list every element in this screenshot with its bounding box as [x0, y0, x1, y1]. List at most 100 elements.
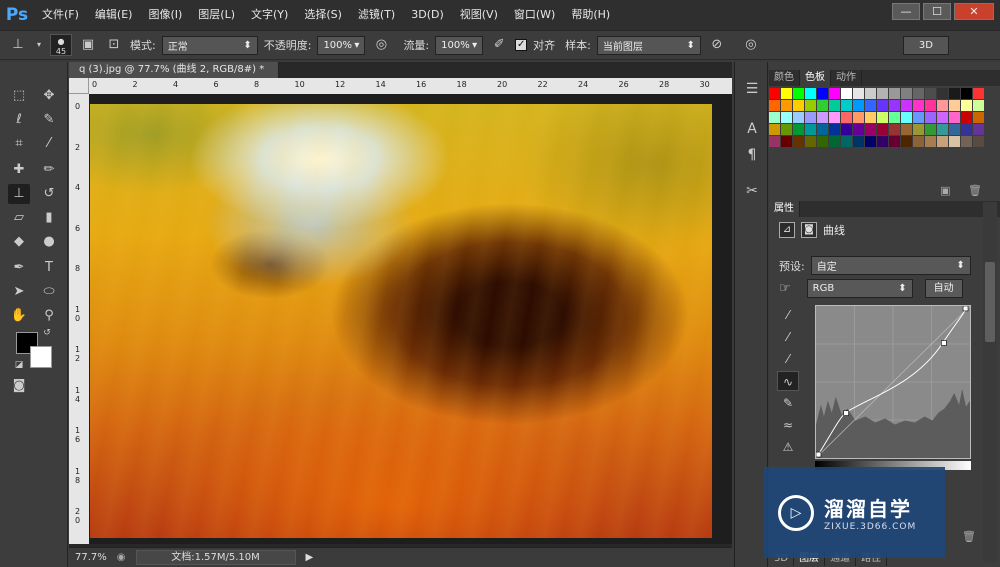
menu-item[interactable]: 文字(Y) [243, 0, 296, 30]
color-swatch[interactable] [937, 112, 948, 123]
dodge-tool-icon[interactable]: ● [38, 232, 60, 252]
color-swatch[interactable] [817, 136, 828, 147]
color-swatch[interactable] [901, 124, 912, 135]
ellipse-tool-icon[interactable]: ⬭ [38, 282, 60, 302]
mask-icon[interactable]: ◙ [801, 222, 817, 238]
lasso-tool-icon[interactable]: ℓ [8, 110, 30, 130]
color-swatch[interactable] [805, 136, 816, 147]
color-swatch[interactable] [817, 124, 828, 135]
color-swatch[interactable] [877, 136, 888, 147]
brush-preset-picker[interactable]: ● 45 [50, 34, 72, 56]
color-swatch[interactable] [805, 124, 816, 135]
color-swatch[interactable] [877, 112, 888, 123]
color-swatch[interactable] [781, 88, 792, 99]
color-swatch[interactable] [793, 124, 804, 135]
color-swatch[interactable] [901, 136, 912, 147]
menu-item[interactable]: 文件(F) [34, 0, 87, 30]
menu-item[interactable]: 帮助(H) [563, 0, 618, 30]
document-tab[interactable]: q (3).jpg @ 77.7% (曲线 2, RGB/8#) * × [69, 62, 279, 91]
color-swatch[interactable] [925, 112, 936, 123]
color-swatch[interactable] [949, 88, 960, 99]
pen-tool-icon[interactable]: ✒ [8, 258, 30, 278]
color-swatch[interactable] [865, 136, 876, 147]
status-menu-arrow-icon[interactable]: ▶ [306, 552, 314, 563]
channel-select[interactable]: RGB ⬍ [806, 279, 913, 298]
tool-presets-icon[interactable]: ✂ [739, 180, 765, 202]
curves-graph[interactable] [815, 305, 971, 459]
color-swatch[interactable] [829, 124, 840, 135]
quick-mask-icon[interactable]: ◙ [8, 376, 30, 396]
color-swatch[interactable] [817, 112, 828, 123]
color-swatch[interactable] [877, 124, 888, 135]
auto-button[interactable]: 自动 [924, 279, 963, 298]
tab-swatch-panel[interactable]: 动作 [831, 70, 862, 86]
menu-item[interactable]: 选择(S) [296, 0, 350, 30]
color-swatch[interactable] [889, 88, 900, 99]
color-swatch[interactable] [841, 100, 852, 111]
pencil-draw-icon[interactable]: ✎ [777, 393, 799, 413]
color-swatch[interactable] [769, 100, 780, 111]
toggle-brush-panel-icon[interactable]: ▣ [78, 35, 98, 55]
color-swatch[interactable] [913, 136, 924, 147]
scrollbar-thumb[interactable] [985, 262, 995, 342]
color-swatch[interactable] [937, 88, 948, 99]
preset-select[interactable]: 自定 ⬍ [810, 256, 971, 275]
color-swatch[interactable] [853, 124, 864, 135]
color-swatch[interactable] [889, 124, 900, 135]
opacity-input[interactable]: 100% ▾ [317, 35, 366, 55]
color-swatch[interactable] [841, 136, 852, 147]
color-swatch[interactable] [949, 112, 960, 123]
color-swatch[interactable] [949, 124, 960, 135]
color-swatch[interactable] [769, 112, 780, 123]
swap-colors-icon[interactable]: ↺ [40, 326, 54, 340]
tab-swatch-panel[interactable]: 色板 [800, 70, 831, 86]
color-swatch[interactable] [805, 112, 816, 123]
color-swatch[interactable] [961, 136, 972, 147]
history-brush-tool-icon[interactable]: ↺ [38, 184, 60, 204]
color-swatch[interactable] [817, 100, 828, 111]
color-swatch[interactable] [961, 112, 972, 123]
color-swatch[interactable] [925, 136, 936, 147]
new-swatch-icon[interactable]: ▣ [940, 184, 950, 197]
color-swatch[interactable] [781, 100, 792, 111]
color-swatch[interactable] [913, 100, 924, 111]
chevron-down-icon[interactable]: ▾ [34, 35, 44, 55]
color-swatch[interactable] [973, 124, 984, 135]
color-swatch[interactable] [925, 124, 936, 135]
menu-item[interactable]: 编辑(E) [87, 0, 141, 30]
healing-brush-tool-icon[interactable]: ✚ [8, 160, 30, 180]
menu-item[interactable]: 图层(L) [190, 0, 243, 30]
clone-stamp-tool-icon[interactable]: ⊥ [8, 184, 30, 204]
smooth-curve-icon[interactable]: ≈ [777, 415, 799, 435]
color-swatch[interactable] [805, 100, 816, 111]
maximize-button[interactable]: ☐ [923, 3, 951, 20]
ignore-adjustment-layers-icon[interactable]: ⊘ [707, 35, 727, 55]
zoom-level[interactable]: 77.7% [75, 552, 107, 563]
zoom-tool-icon[interactable]: ⚲ [38, 306, 60, 326]
color-swatch[interactable] [973, 88, 984, 99]
pressure-size-icon[interactable]: ◎ [741, 35, 761, 55]
move-tool-icon[interactable]: ✥ [38, 86, 60, 106]
align-checkbox[interactable]: ✓ [515, 39, 528, 51]
color-swatch[interactable] [877, 88, 888, 99]
color-swatch[interactable] [853, 88, 864, 99]
hand-tool-icon[interactable]: ✋ [8, 306, 30, 326]
color-swatch[interactable] [961, 100, 972, 111]
white-point-eyedropper-icon[interactable]: ⁄ [777, 349, 799, 369]
gray-point-eyedropper-icon[interactable]: ⁄ [777, 327, 799, 347]
close-button[interactable]: ✕ [954, 3, 994, 20]
color-swatch[interactable] [781, 124, 792, 135]
gradient-tool-icon[interactable]: ▮ [38, 208, 60, 228]
color-swatch[interactable] [865, 112, 876, 123]
black-point-eyedropper-icon[interactable]: ⁄ [777, 305, 799, 325]
color-swatch[interactable] [853, 112, 864, 123]
color-swatch[interactable] [937, 136, 948, 147]
color-swatch[interactable] [937, 100, 948, 111]
color-swatch[interactable] [781, 112, 792, 123]
path-selection-tool-icon[interactable]: ➤ [8, 282, 30, 302]
color-swatch[interactable] [901, 100, 912, 111]
tab-swatch-panel[interactable]: 颜色 [769, 70, 800, 86]
color-swatch[interactable] [949, 136, 960, 147]
color-swatch[interactable] [829, 112, 840, 123]
clipping-warning-icon[interactable]: ⚠ [777, 437, 799, 457]
